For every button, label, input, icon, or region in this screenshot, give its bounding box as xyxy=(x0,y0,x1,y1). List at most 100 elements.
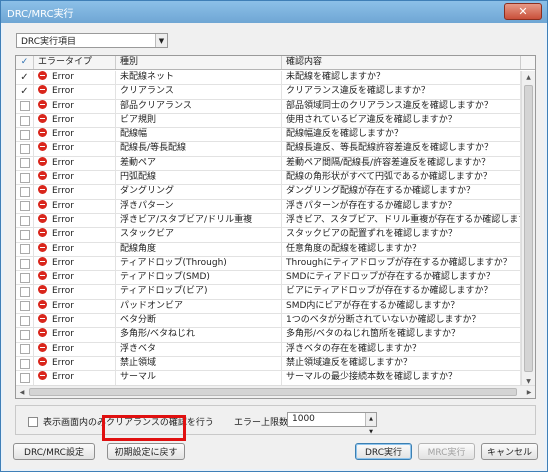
checkbox-box[interactable] xyxy=(19,358,30,369)
table-row[interactable]: Error 差動ペア 差動ペア間隔/配線長/許容差違反を確認しますか？ xyxy=(16,156,521,172)
checkmark-icon[interactable]: ✓ xyxy=(20,72,30,83)
checkbox-box[interactable] xyxy=(19,129,30,140)
checkbox-box[interactable] xyxy=(19,144,30,155)
checkbox-box[interactable] xyxy=(19,258,30,269)
checkbox-box[interactable] xyxy=(19,229,30,240)
row-checkbox[interactable] xyxy=(16,342,34,356)
row-kind: スタックビア xyxy=(116,228,282,242)
row-checkbox[interactable] xyxy=(16,185,34,199)
row-checkbox[interactable] xyxy=(16,242,34,256)
row-checkbox[interactable] xyxy=(16,199,34,213)
checkbox-box[interactable] xyxy=(19,301,30,312)
run-mrc-button[interactable]: MRC実行 xyxy=(418,443,475,460)
table-row[interactable]: Error ダングリング ダングリング配線が存在するか確認しますか？ xyxy=(16,185,521,200)
checkbox-box[interactable] xyxy=(19,287,30,298)
row-checkbox[interactable] xyxy=(16,113,34,128)
table-row[interactable]: Error 配線幅 配線幅違反を確認しますか？ xyxy=(16,128,521,143)
spin-up-icon[interactable]: ▲ xyxy=(369,413,373,426)
row-error-type: Error xyxy=(34,185,116,199)
error-limit-label: エラー上限数 xyxy=(234,418,289,428)
checkbox-box[interactable] xyxy=(19,172,30,183)
table-row[interactable]: Error 禁止領域 禁止領域違反を確認しますか？ xyxy=(16,356,521,372)
checkbox-box[interactable] xyxy=(19,115,30,126)
table-row[interactable]: Error ビア規則 使用されているビア違反を確認しますか？ xyxy=(16,113,521,129)
row-checkbox[interactable] xyxy=(16,328,34,342)
error-icon xyxy=(38,371,47,381)
scroll-up-icon[interactable]: ▲ xyxy=(522,71,535,83)
table-row[interactable]: Error ティアドロップ(SMD) SMDにティアドロップが存在するか確認しますか… xyxy=(16,271,521,286)
reset-defaults-button[interactable]: 初期設定に戻す xyxy=(107,443,185,460)
row-checkbox[interactable] xyxy=(16,256,34,271)
row-checkbox[interactable] xyxy=(16,285,34,299)
table-row[interactable]: Error 部品クリアランス 部品領域同士のクリアランス違反を確認しますか？ xyxy=(16,99,521,114)
checkbox-box[interactable] xyxy=(19,272,30,283)
close-icon: ✕ xyxy=(518,5,528,18)
row-checkbox[interactable]: ✓ xyxy=(16,71,34,85)
row-checkbox[interactable] xyxy=(16,156,34,171)
row-checkbox[interactable] xyxy=(16,99,34,113)
drc-mrc-settings-button[interactable]: DRC/MRC設定 xyxy=(13,443,95,460)
error-limit-value: 1000 xyxy=(292,414,315,424)
row-checkbox[interactable] xyxy=(16,314,34,328)
table-row[interactable]: Error ティアドロップ(ビア) ビアにティアドロップが存在するか確認しますか？ xyxy=(16,285,521,300)
header-error-type[interactable]: エラータイプ xyxy=(34,56,116,69)
checkbox-box[interactable] xyxy=(19,215,30,226)
checkbox-box[interactable] xyxy=(28,416,38,427)
scroll-right-icon[interactable]: ▶ xyxy=(523,386,535,398)
table-row[interactable]: Error 浮きベタ 浮きベタの存在を確認しますか？ xyxy=(16,342,521,357)
table-row[interactable]: Error パッドオンビア SMD内にビアが存在するか確認しますか？ xyxy=(16,299,521,315)
checkbox-box[interactable] xyxy=(19,344,30,355)
row-checkbox[interactable] xyxy=(16,171,34,185)
close-button[interactable]: ✕ xyxy=(504,3,542,20)
header-check[interactable]: ✓ xyxy=(16,56,34,69)
table-row[interactable]: Error 配線角度 任意角度の配線を確認しますか？ xyxy=(16,242,521,257)
table-row[interactable]: Error 円弧配線 配線の角形状がすべて円弧であるか確認しますか？ xyxy=(16,171,521,186)
checkbox-box[interactable] xyxy=(19,101,30,112)
checkbox-box[interactable] xyxy=(19,244,30,255)
checkbox-box[interactable] xyxy=(19,201,30,212)
table-row[interactable]: Error スタックビア スタックビアの配置ずれを確認しますか？ xyxy=(16,228,521,243)
error-icon xyxy=(38,256,47,266)
checkbox-box[interactable] xyxy=(19,158,30,169)
checkbox-box[interactable] xyxy=(19,372,30,383)
header-description[interactable]: 確認内容 xyxy=(282,56,521,69)
vertical-scrollbar[interactable]: ▲ ▼ xyxy=(521,71,535,387)
header-kind[interactable]: 種別 xyxy=(116,56,282,69)
row-checkbox[interactable] xyxy=(16,271,34,285)
table-row[interactable]: ✓ Error クリアランス クリアランス違反を確認しますか？ xyxy=(16,85,521,100)
error-type-label: Error xyxy=(52,172,74,183)
checkbox-box[interactable] xyxy=(19,329,30,340)
table-row[interactable]: Error サーマル サーマルの最少接続本数を確認しますか？ xyxy=(16,371,521,386)
table-row[interactable]: Error 配線長/等長配線 配線長違反、等長配線許容差違反を確認しますか？ xyxy=(16,142,521,157)
horizontal-scroll-thumb[interactable] xyxy=(29,388,517,396)
table-row[interactable]: Error ティアドロップ(Through) Throughにティアドロップが存在す… xyxy=(16,256,521,272)
vertical-scroll-thumb[interactable] xyxy=(524,85,533,372)
table-row[interactable]: Error 浮きパターン 浮きパターンが存在するか確認しますか？ xyxy=(16,199,521,214)
horizontal-scrollbar[interactable]: ◀ ▶ xyxy=(16,385,535,398)
row-checkbox[interactable] xyxy=(16,142,34,156)
cancel-button[interactable]: キャンセル xyxy=(481,443,538,460)
row-checkbox[interactable] xyxy=(16,128,34,142)
row-checkbox[interactable] xyxy=(16,228,34,242)
checkbox-box[interactable] xyxy=(19,187,30,198)
drc-item-dropdown[interactable]: DRC実行項目 ▼ xyxy=(16,33,168,48)
error-icon xyxy=(38,271,47,281)
scroll-left-icon[interactable]: ◀ xyxy=(16,386,28,398)
table-row[interactable]: Error 多角形/ベタねじれ 多角形/ベタのねじれ箇所を確認しますか？ xyxy=(16,328,521,343)
table-row[interactable]: Error 浮きビア/スタブビア/ドリル重複 浮きビア、スタブビア、ドリル重複が存在… xyxy=(16,213,521,229)
checkbox-box[interactable] xyxy=(19,315,30,326)
row-checkbox[interactable]: ✓ xyxy=(16,85,34,99)
row-checkbox[interactable] xyxy=(16,213,34,228)
row-checkbox[interactable] xyxy=(16,299,34,314)
table-row[interactable]: ✓ Error 未配線ネット 未配線を確認しますか？ xyxy=(16,71,521,86)
row-checkbox[interactable] xyxy=(16,371,34,385)
run-drc-button[interactable]: DRC実行 xyxy=(355,443,412,460)
error-limit-input[interactable]: 1000 ▲ ▼ xyxy=(287,412,377,435)
row-kind: 配線幅 xyxy=(116,128,282,142)
table-row[interactable]: Error ベタ分断 1つのベタが分断されていないか確認しますか？ xyxy=(16,314,521,329)
row-error-type: Error xyxy=(34,128,116,142)
row-checkbox[interactable] xyxy=(16,356,34,371)
spin-down-icon[interactable]: ▼ xyxy=(369,426,373,439)
spin-buttons[interactable]: ▲ ▼ xyxy=(365,413,376,435)
checkmark-icon[interactable]: ✓ xyxy=(20,86,30,97)
